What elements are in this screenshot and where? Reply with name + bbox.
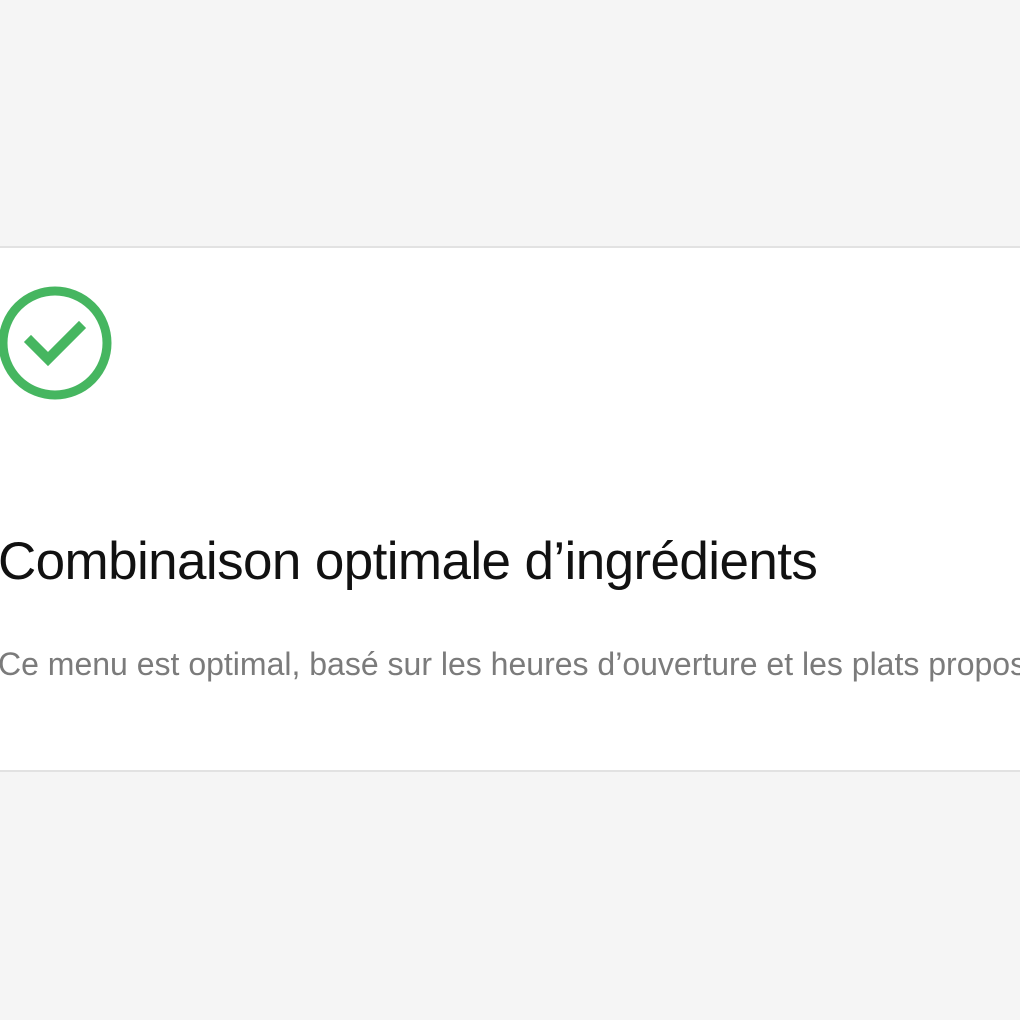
status-icon-checkmark	[23, 320, 87, 367]
status-icon-ring	[0, 286, 112, 400]
result-title: Combinaison optimale d’ingrédients	[0, 532, 818, 591]
check-circle-icon	[0, 286, 112, 400]
result-description: Ce menu est optimal, basé sur les heures…	[0, 646, 1020, 682]
result-card: Combinaison optimale d’ingrédients Ce me…	[0, 246, 1020, 772]
